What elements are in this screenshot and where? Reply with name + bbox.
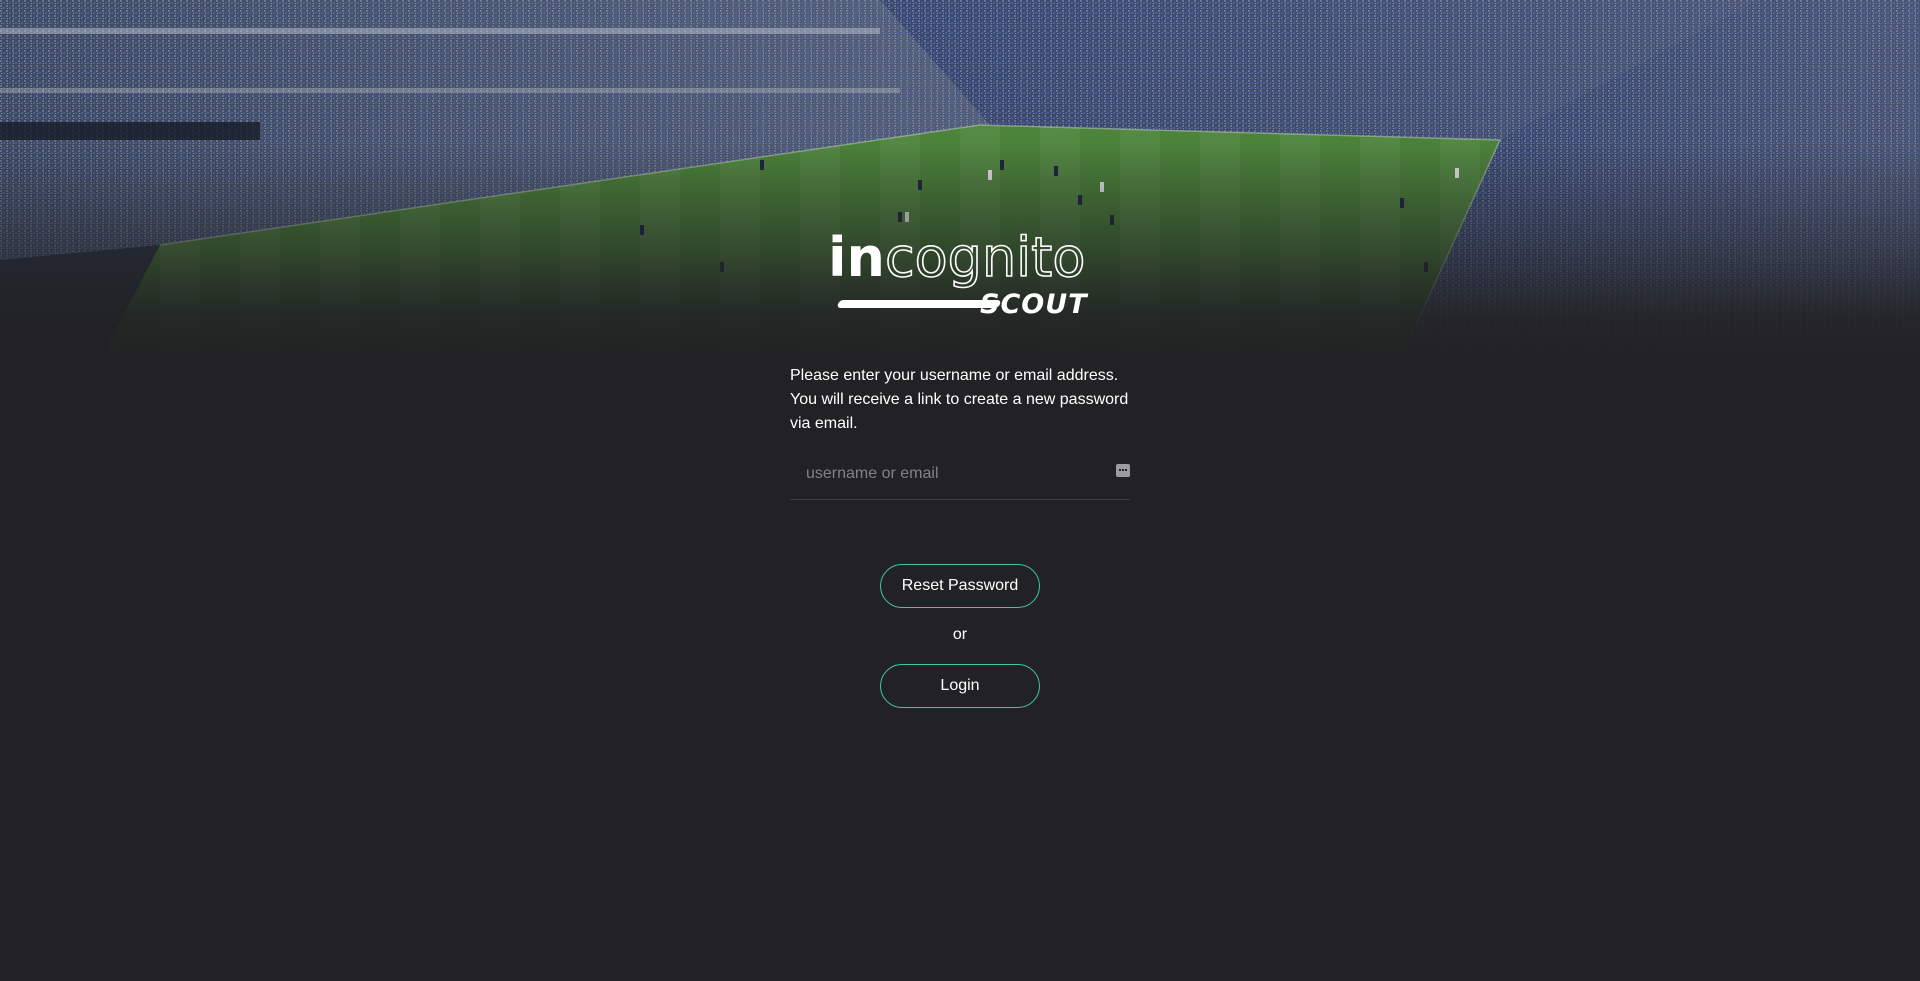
incognito-scout-logo: incognito SCOUT [828, 226, 1092, 324]
username-field [790, 452, 1130, 500]
logo-subtitle: SCOUT [980, 289, 1088, 320]
reset-instructions: Please enter your username or email addr… [790, 367, 1129, 432]
key-icon[interactable] [1116, 464, 1130, 477]
logo-wordmark-outline: cognito [884, 226, 1086, 289]
logo-wordmark-bold: in [828, 226, 885, 289]
logo-brush-stroke [836, 300, 1002, 308]
reset-password-page: incognito SCOUT Please enter your userna… [0, 0, 1920, 981]
reset-password-form: Please enter your username or email addr… [790, 364, 1130, 500]
username-input[interactable] [790, 452, 1090, 496]
login-button[interactable]: Login [880, 664, 1040, 708]
reset-password-button[interactable]: Reset Password [880, 564, 1040, 608]
logo-wordmark: incognito [828, 226, 1086, 289]
or-separator: or [952, 626, 968, 643]
